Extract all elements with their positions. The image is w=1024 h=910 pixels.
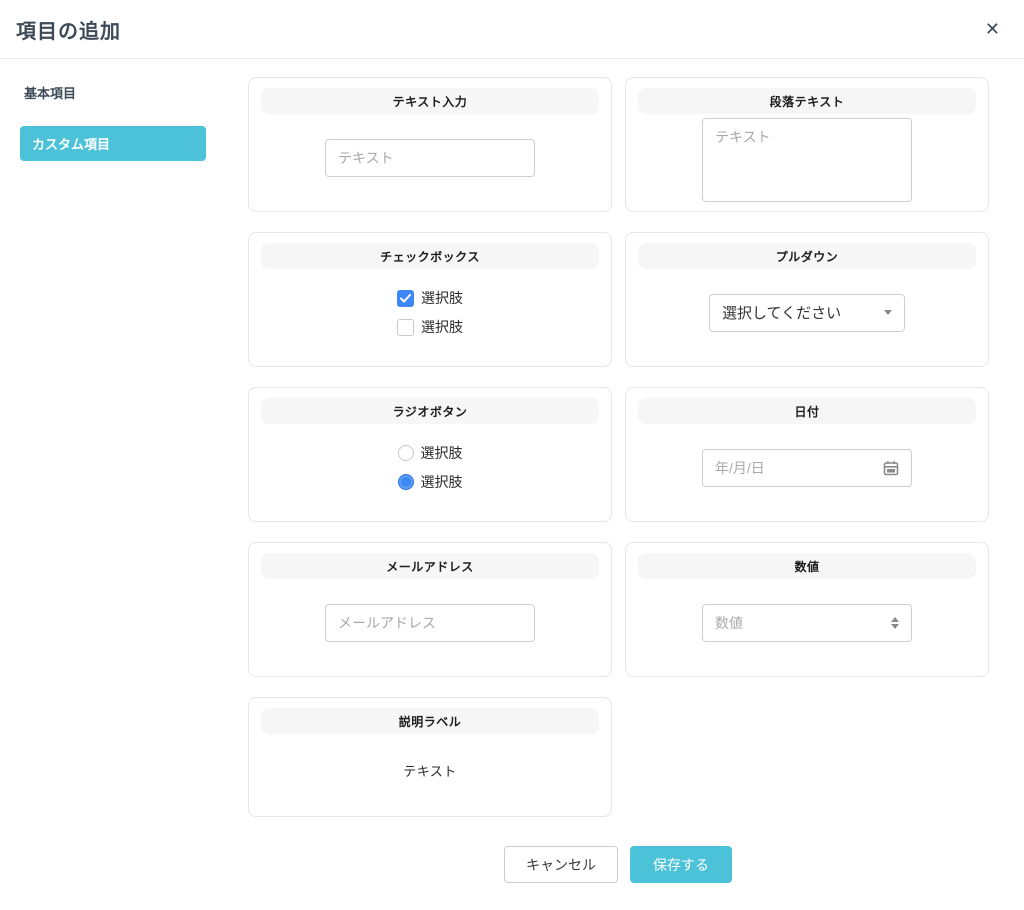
calendar-icon xyxy=(883,460,899,476)
number-placeholder: 数値 xyxy=(715,614,743,631)
textarea-preview[interactable] xyxy=(702,118,912,202)
card-title: 説明ラベル xyxy=(261,708,599,734)
card-date[interactable]: 日付 年/月/日 xyxy=(625,387,989,522)
field-type-grid: テキスト入力 段落テキスト チェックボックス 選択肢 xyxy=(248,77,989,817)
select-value: 選択してください xyxy=(722,305,842,322)
card-checkbox[interactable]: チェックボックス 選択肢 選択肢 xyxy=(248,232,612,367)
choice-label: 選択肢 xyxy=(420,445,463,461)
radio-unchecked-icon[interactable] xyxy=(397,445,414,461)
text-input-preview[interactable] xyxy=(325,138,535,177)
modal-footer: キャンセル 保存する xyxy=(248,846,988,883)
modal-header: 項目の追加 ✕ xyxy=(0,0,1024,59)
number-stepper-icon[interactable] xyxy=(891,616,899,629)
card-number[interactable]: 数値 数値 xyxy=(625,542,989,677)
choice-label: 選択肢 xyxy=(420,474,463,490)
checkbox-option-checked[interactable]: 選択肢 xyxy=(397,288,463,308)
checkbox-unchecked-icon[interactable] xyxy=(397,318,414,336)
sidebar-item-custom[interactable]: カスタム項目 xyxy=(20,126,206,161)
card-pulldown[interactable]: プルダウン 選択してください xyxy=(625,232,989,367)
radio-option-unchecked[interactable]: 選択肢 xyxy=(397,443,463,463)
card-title: ラジオボタン xyxy=(261,398,599,424)
save-button[interactable]: 保存する xyxy=(630,846,732,883)
page-title: 項目の追加 xyxy=(16,20,121,43)
modal-body: 基本項目 カスタム項目 テキスト入力 段落テキスト チェックボックス xyxy=(0,59,1024,817)
card-title: チェックボックス xyxy=(261,243,599,269)
choice-label: 選択肢 xyxy=(421,319,463,335)
card-paragraph-text[interactable]: 段落テキスト xyxy=(625,77,989,212)
close-icon[interactable]: ✕ xyxy=(981,16,1004,42)
checkbox-checked-icon[interactable] xyxy=(397,289,414,307)
card-title: テキスト入力 xyxy=(261,88,599,114)
card-radio[interactable]: ラジオボタン 選択肢 選択肢 xyxy=(248,387,612,522)
card-title: メールアドレス xyxy=(261,553,599,579)
number-input-preview[interactable]: 数値 xyxy=(702,603,912,642)
cancel-button[interactable]: キャンセル xyxy=(504,846,618,883)
card-title: 段落テキスト xyxy=(638,88,976,114)
card-title: 日付 xyxy=(638,398,976,424)
card-text-input[interactable]: テキスト入力 xyxy=(248,77,612,212)
radio-option-checked[interactable]: 選択肢 xyxy=(397,472,463,492)
description-label-text: テキスト xyxy=(403,763,457,779)
date-input-preview[interactable]: 年/月/日 xyxy=(702,448,912,487)
card-description-label[interactable]: 説明ラベル テキスト xyxy=(248,697,612,817)
checkbox-option-unchecked[interactable]: 選択肢 xyxy=(397,317,463,337)
card-email[interactable]: メールアドレス xyxy=(248,542,612,677)
date-placeholder: 年/月/日 xyxy=(715,459,765,476)
choice-label: 選択肢 xyxy=(421,290,463,306)
card-title: 数値 xyxy=(638,553,976,579)
radio-checked-icon[interactable] xyxy=(397,474,414,490)
card-title: プルダウン xyxy=(638,243,976,269)
sidebar-item-basic[interactable]: 基本項目 xyxy=(20,83,248,102)
select-preview[interactable]: 選択してください xyxy=(709,293,905,332)
chevron-down-icon xyxy=(884,310,892,315)
sidebar: 基本項目 カスタム項目 xyxy=(0,77,248,817)
email-input-preview[interactable] xyxy=(325,603,535,642)
